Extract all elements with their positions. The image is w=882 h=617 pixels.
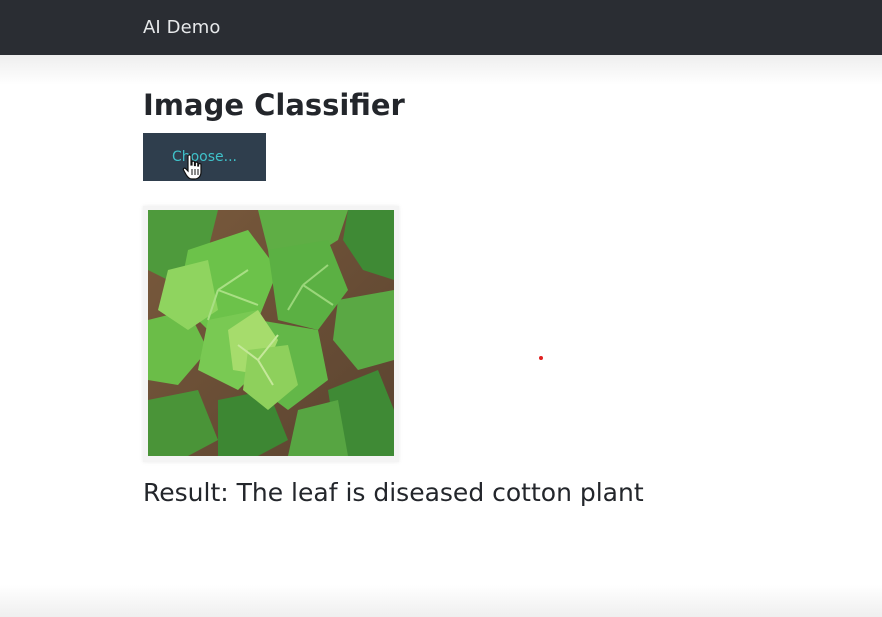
red-marker-dot (539, 356, 543, 360)
page-title: Image Classifier (143, 88, 405, 122)
preview-image (148, 210, 394, 456)
top-navbar: AI Demo (0, 0, 882, 55)
navbar-shadow (0, 55, 882, 85)
choose-file-button[interactable]: Choose... (143, 133, 266, 181)
hand-pointer-icon (182, 154, 202, 180)
navbar-brand[interactable]: AI Demo (143, 17, 221, 38)
preview-image-frame (143, 206, 399, 462)
result-text: Result: The leaf is diseased cotton plan… (143, 478, 644, 507)
bottom-fade (0, 585, 882, 617)
